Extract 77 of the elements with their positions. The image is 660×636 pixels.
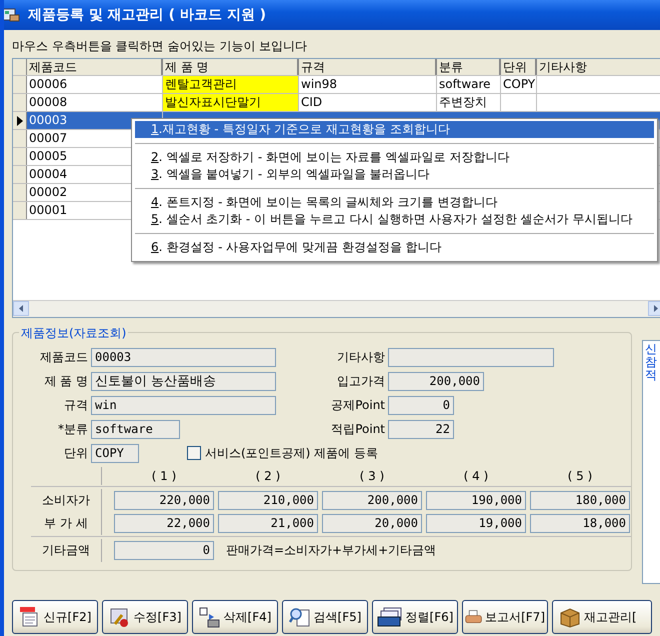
column-header[interactable]: 단위	[501, 59, 537, 75]
input-field[interactable]: win	[91, 396, 276, 414]
field-label: *분류	[57, 420, 89, 438]
toolbar-button[interactable]: 검색[F5]	[282, 600, 368, 634]
side-text: 신	[645, 343, 658, 356]
toolbar-button[interactable]: 수정[F3]	[102, 600, 188, 634]
field-label: 제 품 명	[43, 372, 89, 390]
table-cell: COPY	[501, 76, 537, 93]
price-field[interactable]: 19,000	[426, 514, 526, 533]
window-title: 제품등록 및 재고관리 ( 바코드 지원 )	[28, 6, 266, 24]
field-label: 입고가격	[336, 372, 386, 390]
column-header: ( 2 )	[254, 469, 282, 483]
field-label: 제품코드	[39, 348, 89, 366]
price-field[interactable]: 210,000	[218, 491, 318, 510]
input-field[interactable]: 00003	[91, 348, 276, 366]
price-field[interactable]: 180,000	[530, 491, 630, 510]
price-field[interactable]: 190,000	[426, 491, 526, 510]
table-cell: win98	[299, 76, 437, 93]
side-text: 참	[645, 356, 658, 369]
search-icon	[288, 606, 311, 628]
toolbar-button[interactable]: 삭제[F4]	[192, 600, 278, 634]
table-cell: software	[437, 76, 501, 93]
side-text: 적	[645, 369, 658, 382]
price-field[interactable]: 22,000	[114, 514, 214, 533]
input-field[interactable]	[388, 348, 554, 366]
scroll-left-icon[interactable]	[13, 301, 29, 316]
column-header[interactable]: 규격	[299, 59, 437, 75]
input-field[interactable]: 0	[388, 396, 454, 414]
table-cell: 주변장치	[437, 94, 501, 111]
price-field[interactable]: 21,000	[218, 514, 318, 533]
field-label: 공제Point	[330, 396, 386, 414]
input-field[interactable]: software	[91, 420, 180, 438]
table-row[interactable]: 00006 렌탈고객관리 win98 software COPY	[13, 76, 660, 94]
column-header[interactable]: 기타사항	[537, 59, 660, 75]
table-cell: 발신자표시단말기	[163, 94, 299, 111]
box-icon	[559, 606, 581, 628]
horizontal-scrollbar[interactable]	[13, 300, 660, 317]
table-cell: CID	[299, 94, 437, 111]
field-label: 단위	[63, 444, 89, 462]
app-icon	[4, 7, 20, 23]
price-field[interactable]: 220,000	[114, 491, 214, 510]
menu-item[interactable]: 6. 환경설정 - 사용자업무에 맞게끔 환경설정을 합니다	[135, 239, 654, 256]
edit-tools-icon	[108, 606, 131, 628]
input-field[interactable]: 0	[114, 541, 214, 560]
price-field[interactable]: 200,000	[322, 491, 422, 510]
input-field[interactable]: 200,000	[388, 372, 484, 390]
column-header: ( 5 )	[566, 469, 594, 483]
input-field[interactable]: 신토불이 농산품배송	[91, 372, 276, 390]
hint-text: 마우스 우측버튼을 클릭하면 숨어있는 기능이 보입니다	[12, 38, 308, 55]
table-cell: 렌탈고객관리	[163, 76, 299, 93]
group-title: 제품정보(자료조회)	[19, 325, 128, 342]
field-label: 적립Point	[330, 420, 386, 438]
column-header: ( 4 )	[462, 469, 490, 483]
toolbar-button[interactable]: 재고관리[	[552, 600, 652, 634]
row-pointer-icon	[16, 116, 22, 126]
column-header[interactable]: 분류	[437, 59, 501, 75]
toolbar-button[interactable]: 보고서[F7]	[462, 600, 548, 634]
toolbar-button[interactable]: 신규[F2]	[12, 600, 98, 634]
scroll-right-icon[interactable]	[648, 301, 660, 316]
column-header: ( 3 )	[358, 469, 386, 483]
delete-document-icon	[198, 606, 221, 628]
field-label: 기타사항	[336, 348, 386, 366]
row-label: 기타금액	[31, 539, 102, 562]
price-field[interactable]: 20,000	[322, 514, 422, 533]
checkbox[interactable]	[187, 446, 201, 460]
row-label: 소비자가	[31, 489, 102, 512]
column-header: ( 1 )	[150, 469, 178, 483]
formula-text: 판매가격=소비자가+부가세+기타금액	[226, 542, 436, 559]
menu-item[interactable]: 1.재고현황 - 특정일자 기준으로 재고현황을 조회합니다	[135, 121, 654, 138]
price-field[interactable]: 18,000	[530, 514, 630, 533]
input-field[interactable]: 22	[388, 420, 454, 438]
checkbox-label: 서비스(포인트공제) 제품에 등록	[205, 444, 378, 462]
input-field[interactable]: COPY	[91, 444, 139, 462]
field-label: 규격	[63, 396, 89, 414]
row-label: 부 가 세	[31, 512, 102, 535]
toolbar-button[interactable]: 정렬[F6]	[372, 600, 458, 634]
card-file-icon	[376, 606, 403, 628]
